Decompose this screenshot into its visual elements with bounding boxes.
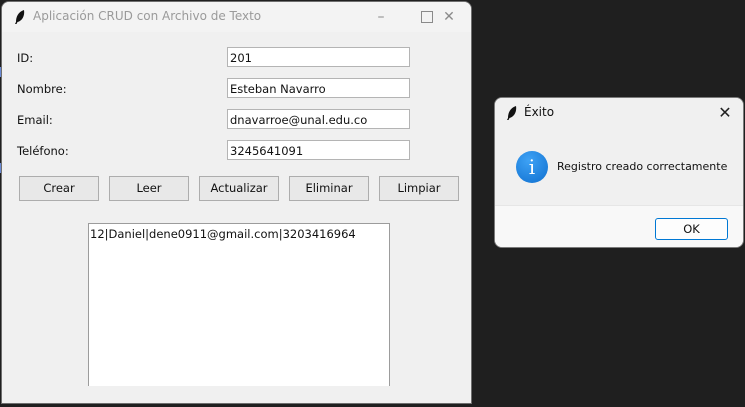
info-icon: i	[516, 151, 548, 183]
dialog-title: Éxito	[524, 105, 555, 119]
success-dialog: Éxito ✕ i Registro creado correctamente …	[494, 97, 744, 248]
telefono-field[interactable]	[227, 140, 410, 160]
dialog-close-button[interactable]: ✕	[711, 98, 739, 128]
minimize-button[interactable]: –	[358, 2, 404, 32]
leer-button[interactable]: Leer	[109, 176, 189, 201]
main-window: Aplicación CRUD con Archivo de Texto – ✕…	[1, 1, 472, 404]
telefono-label: Teléfono:	[17, 144, 69, 158]
dialog-message: Registro creado correctamente	[557, 160, 728, 173]
feather-icon	[15, 10, 25, 24]
window-title: Aplicación CRUD con Archivo de Texto	[33, 9, 262, 23]
nombre-field[interactable]	[227, 78, 410, 98]
close-button[interactable]: ✕	[427, 2, 471, 32]
eliminar-button[interactable]: Eliminar	[289, 176, 369, 201]
id-label: ID:	[17, 51, 34, 65]
dialog-footer: OK	[495, 205, 743, 247]
email-field[interactable]	[227, 109, 410, 129]
ok-button[interactable]: OK	[655, 218, 728, 240]
records-text-area[interactable]: 12|Daniel|dene0911@gmail.com|3203416964	[88, 223, 390, 386]
limpiar-button[interactable]: Limpiar	[379, 176, 459, 201]
crear-button[interactable]: Crear	[19, 176, 99, 201]
email-label: Email:	[17, 113, 53, 127]
actualizar-button[interactable]: Actualizar	[199, 176, 279, 201]
title-bar[interactable]: Aplicación CRUD con Archivo de Texto – ✕	[2, 2, 471, 32]
id-field[interactable]	[227, 47, 410, 67]
nombre-label: Nombre:	[17, 82, 67, 96]
dialog-title-bar[interactable]: Éxito ✕	[495, 98, 743, 128]
dialog-body: i Registro creado correctamente	[495, 128, 743, 205]
feather-icon	[507, 106, 517, 120]
